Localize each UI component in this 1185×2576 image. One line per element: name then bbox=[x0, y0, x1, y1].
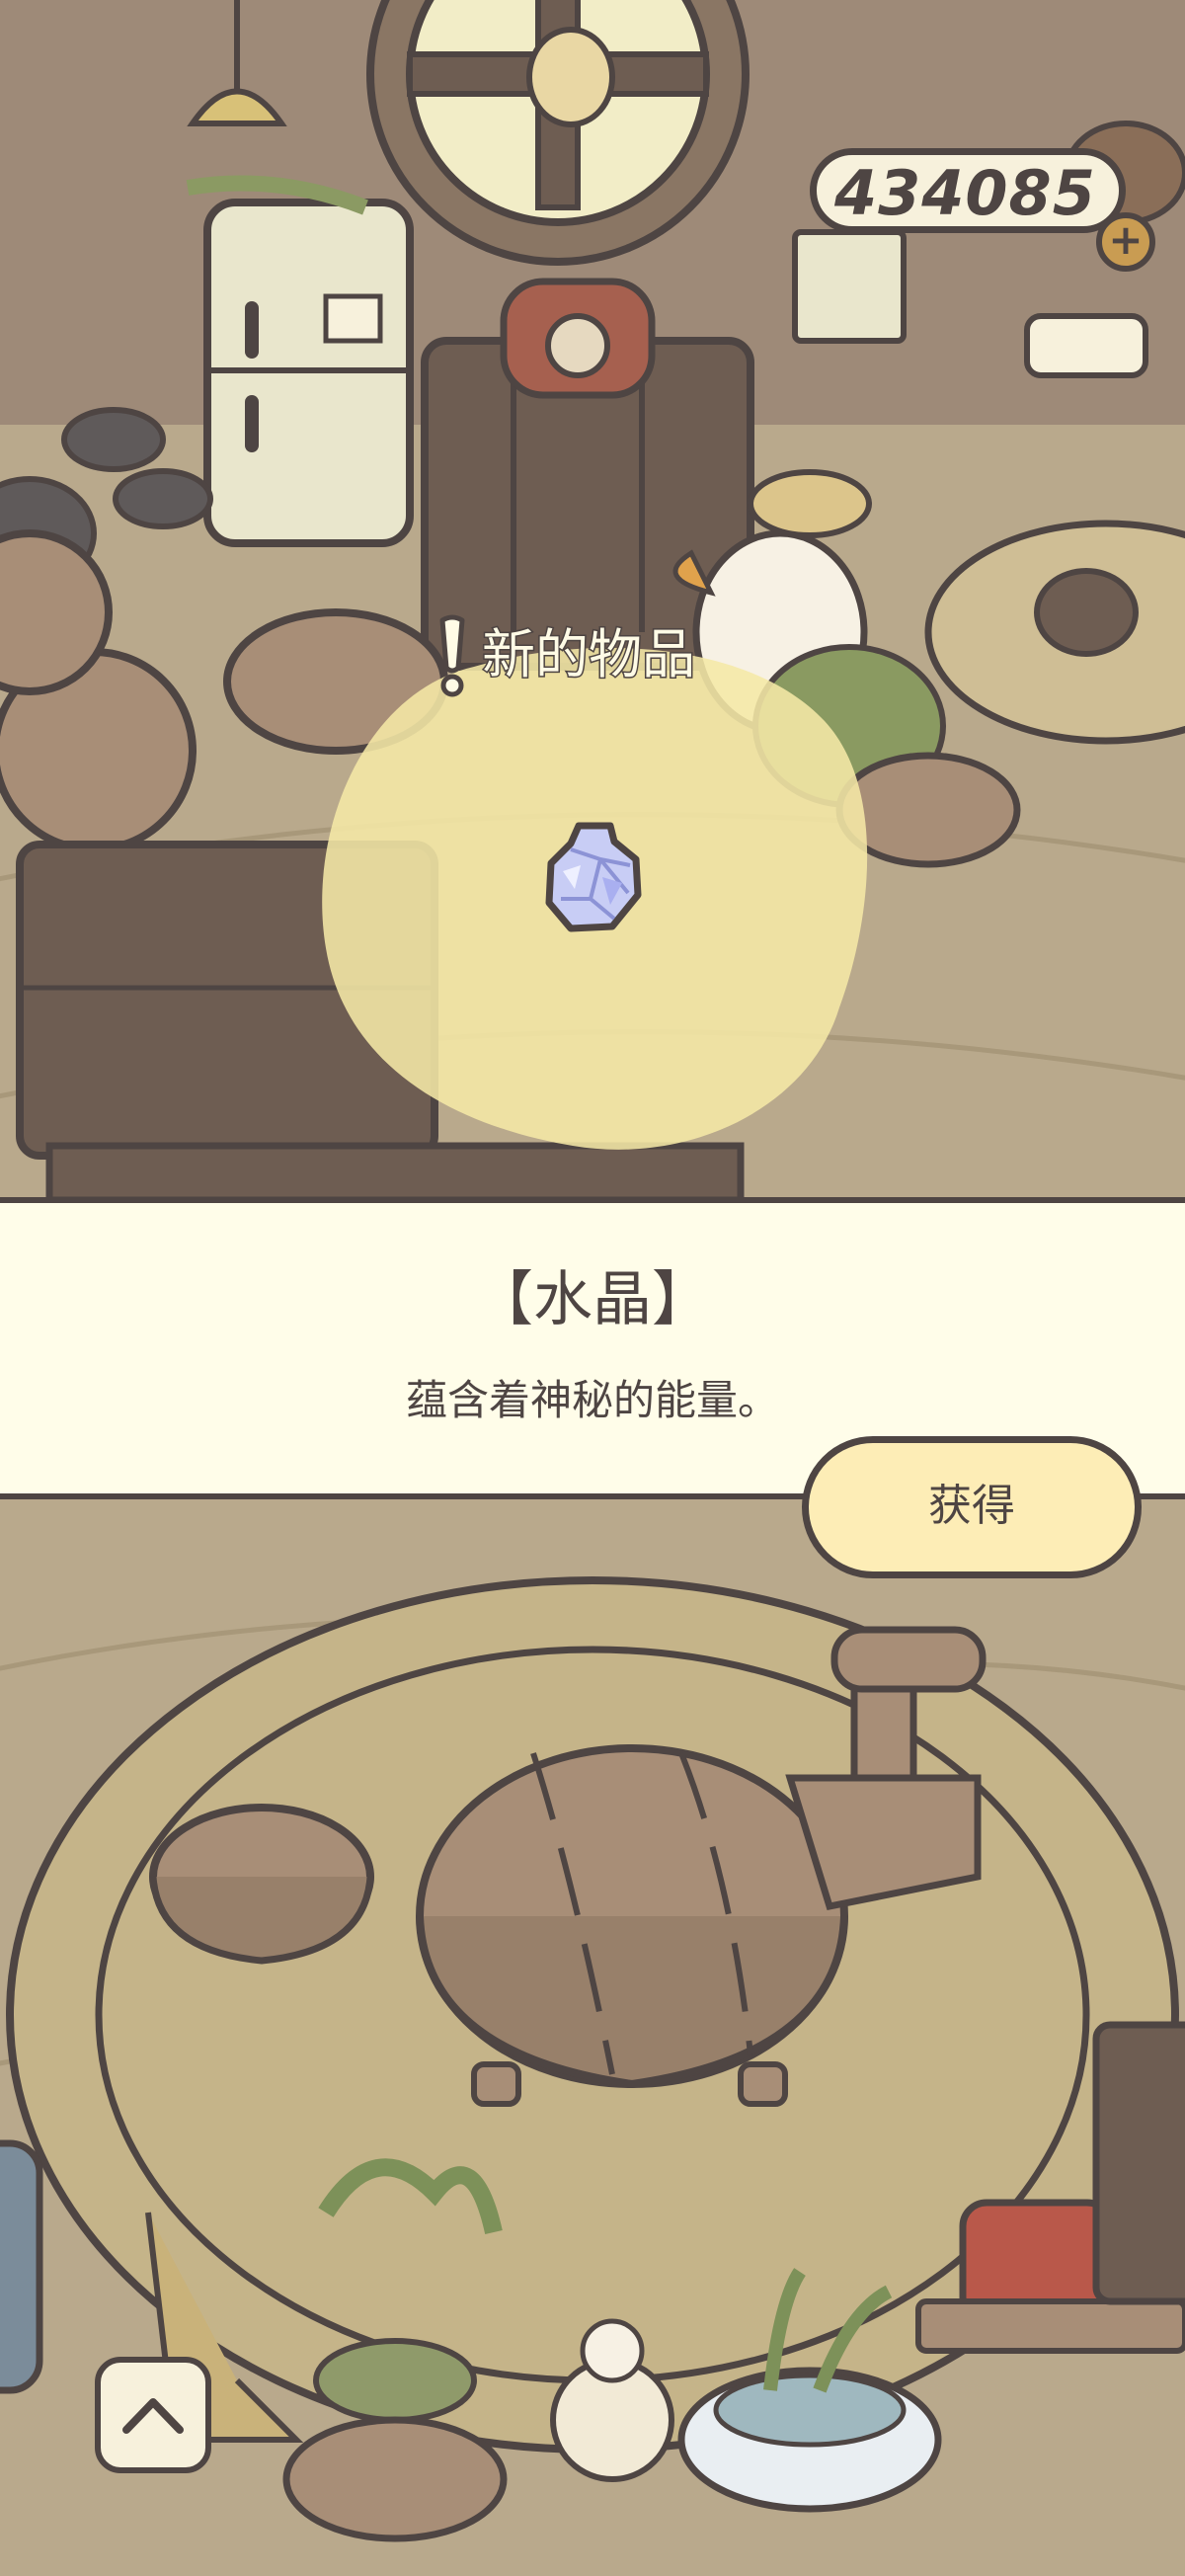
new-item-label: 新的物品 bbox=[481, 622, 697, 687]
chevron-up-icon bbox=[122, 2398, 184, 2434]
obtain-button[interactable]: 获得 bbox=[802, 1436, 1142, 1578]
coin-count: 434085 bbox=[834, 157, 1096, 229]
add-coins-button[interactable]: + bbox=[1096, 212, 1155, 272]
coin-counter: 434085 bbox=[810, 148, 1126, 233]
crystal-icon bbox=[545, 822, 642, 932]
item-name: 【水晶】 bbox=[474, 1265, 711, 1334]
plus-icon: + bbox=[1108, 215, 1144, 264]
item-description: 蕴含着神秘的能量。 bbox=[405, 1376, 779, 1424]
game-scene: 434085 + 新的物品 【水晶】 蕴含着神秘的能量。 获得 bbox=[0, 0, 1185, 2576]
exclamation-icon bbox=[439, 614, 465, 697]
collapse-button[interactable] bbox=[95, 2357, 211, 2473]
